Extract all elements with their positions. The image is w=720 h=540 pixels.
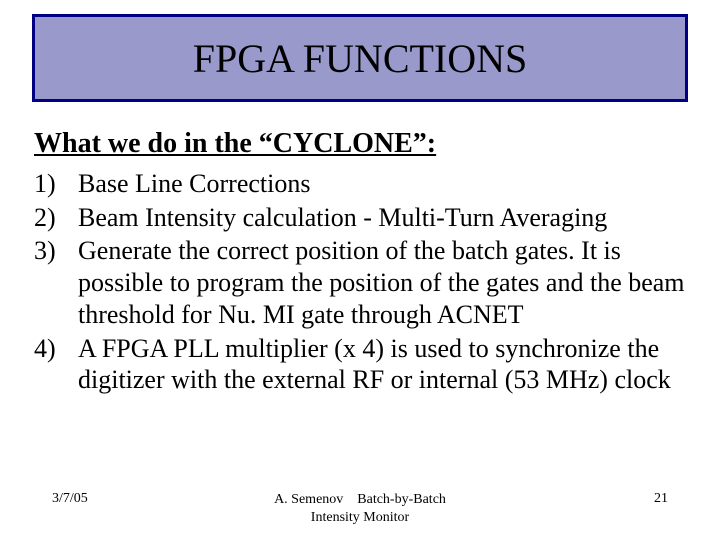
title-box: FPGA FUNCTIONS [32, 14, 688, 102]
list-item: 2) Beam Intensity calculation - Multi-Tu… [34, 202, 686, 234]
item-text: Base Line Corrections [78, 168, 686, 200]
list-item: 3) Generate the correct position of the … [34, 235, 686, 330]
footer-page-number: 21 [487, 491, 668, 507]
content-area: What we do in the “CYCLONE”: 1) Base Lin… [34, 128, 686, 398]
slide: FPGA FUNCTIONS What we do in the “CYCLON… [0, 0, 720, 540]
section-heading: What we do in the “CYCLONE”: [34, 128, 686, 160]
item-number: 2) [34, 202, 78, 234]
item-text: A FPGA PLL multiplier (x 4) is used to s… [78, 333, 686, 396]
item-number: 3) [34, 235, 78, 330]
list-item: 1) Base Line Corrections [34, 168, 686, 200]
item-number: 4) [34, 333, 78, 396]
list-item: 4) A FPGA PLL multiplier (x 4) is used t… [34, 333, 686, 396]
footer: 3/7/05 A. Semenov Batch-by-Batch Intensi… [0, 491, 720, 526]
footer-subtitle: Intensity Monitor [233, 509, 487, 527]
item-number: 1) [34, 168, 78, 200]
slide-title: FPGA FUNCTIONS [193, 35, 528, 82]
footer-author-title: A. Semenov Batch-by-Batch [233, 491, 487, 509]
item-text: Beam Intensity calculation - Multi-Turn … [78, 202, 686, 234]
footer-center: A. Semenov Batch-by-Batch Intensity Moni… [233, 491, 487, 526]
footer-date: 3/7/05 [52, 491, 233, 507]
bullet-list: 1) Base Line Corrections 2) Beam Intensi… [34, 168, 686, 396]
item-text: Generate the correct position of the bat… [78, 235, 686, 330]
